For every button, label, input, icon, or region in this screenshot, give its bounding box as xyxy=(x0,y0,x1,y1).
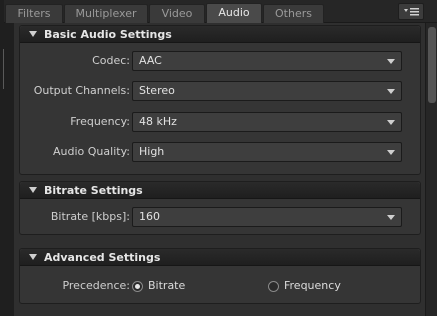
panel-grip[interactable] xyxy=(0,0,4,23)
bitrate-header[interactable]: Bitrate Settings xyxy=(20,182,420,199)
codec-label: Codec: xyxy=(92,54,130,67)
precedence-frequency-radio[interactable] xyxy=(268,281,279,292)
chevron-down-icon xyxy=(387,120,395,125)
section-title: Advanced Settings xyxy=(44,251,161,264)
section-title: Bitrate Settings xyxy=(44,184,143,197)
collapse-triangle-icon xyxy=(29,31,37,37)
tab-filters[interactable]: Filters xyxy=(5,4,63,23)
bitrate-label: Bitrate [kbps]: xyxy=(50,210,130,223)
tab-audio[interactable]: Audio xyxy=(206,3,262,24)
scrollbar-thumb[interactable] xyxy=(428,27,436,103)
output-channels-value: Stereo xyxy=(139,84,175,97)
advanced-section: Advanced Settings Precedence: Bitrate Fr… xyxy=(19,248,421,304)
codec-value: AAC xyxy=(139,54,162,67)
frequency-label: Frequency: xyxy=(70,115,130,128)
output-channels-dropdown[interactable]: Stereo xyxy=(132,81,402,101)
chevron-down-icon xyxy=(387,150,395,155)
left-dock-strip xyxy=(0,23,14,316)
precedence-bitrate-radio[interactable] xyxy=(132,281,143,292)
precedence-bitrate-label[interactable]: Bitrate xyxy=(148,279,185,293)
codec-dropdown[interactable]: AAC xyxy=(132,51,402,71)
dock-divider xyxy=(3,49,11,89)
bitrate-section: Bitrate Settings Bitrate [kbps]: 160 xyxy=(19,181,421,235)
basic-audio-section: Basic Audio Settings Codec: AAC Output C… xyxy=(19,25,421,175)
audio-quality-label: Audio Quality: xyxy=(53,145,130,158)
panel-menu-button[interactable] xyxy=(398,3,424,20)
collapse-triangle-icon xyxy=(29,254,37,260)
tab-others[interactable]: Others xyxy=(263,4,324,23)
basic-audio-header[interactable]: Basic Audio Settings xyxy=(20,26,420,43)
chevron-down-icon xyxy=(387,89,395,94)
tab-video[interactable]: Video xyxy=(149,4,205,23)
bitrate-value: 160 xyxy=(139,210,160,223)
tab-multiplexer[interactable]: Multiplexer xyxy=(64,4,148,23)
chevron-down-icon xyxy=(387,59,395,64)
chevron-down-icon xyxy=(387,215,395,220)
audio-quality-dropdown[interactable]: High xyxy=(132,142,402,162)
bitrate-dropdown[interactable]: 160 xyxy=(132,207,402,227)
tab-bar: Filters Multiplexer Video Audio Others xyxy=(0,0,437,24)
vertical-scrollbar[interactable] xyxy=(425,23,437,316)
precedence-label: Precedence: xyxy=(62,279,130,292)
output-channels-label: Output Channels: xyxy=(33,84,130,97)
advanced-header[interactable]: Advanced Settings xyxy=(20,249,420,266)
audio-settings-panel: Basic Audio Settings Codec: AAC Output C… xyxy=(14,23,425,316)
frequency-dropdown[interactable]: 48 kHz xyxy=(132,112,402,132)
frequency-value: 48 kHz xyxy=(139,115,177,128)
panel-menu-icon xyxy=(404,8,419,16)
precedence-frequency-label[interactable]: Frequency xyxy=(284,279,341,293)
section-title: Basic Audio Settings xyxy=(44,28,172,41)
collapse-triangle-icon xyxy=(29,187,37,193)
audio-quality-value: High xyxy=(139,145,165,158)
